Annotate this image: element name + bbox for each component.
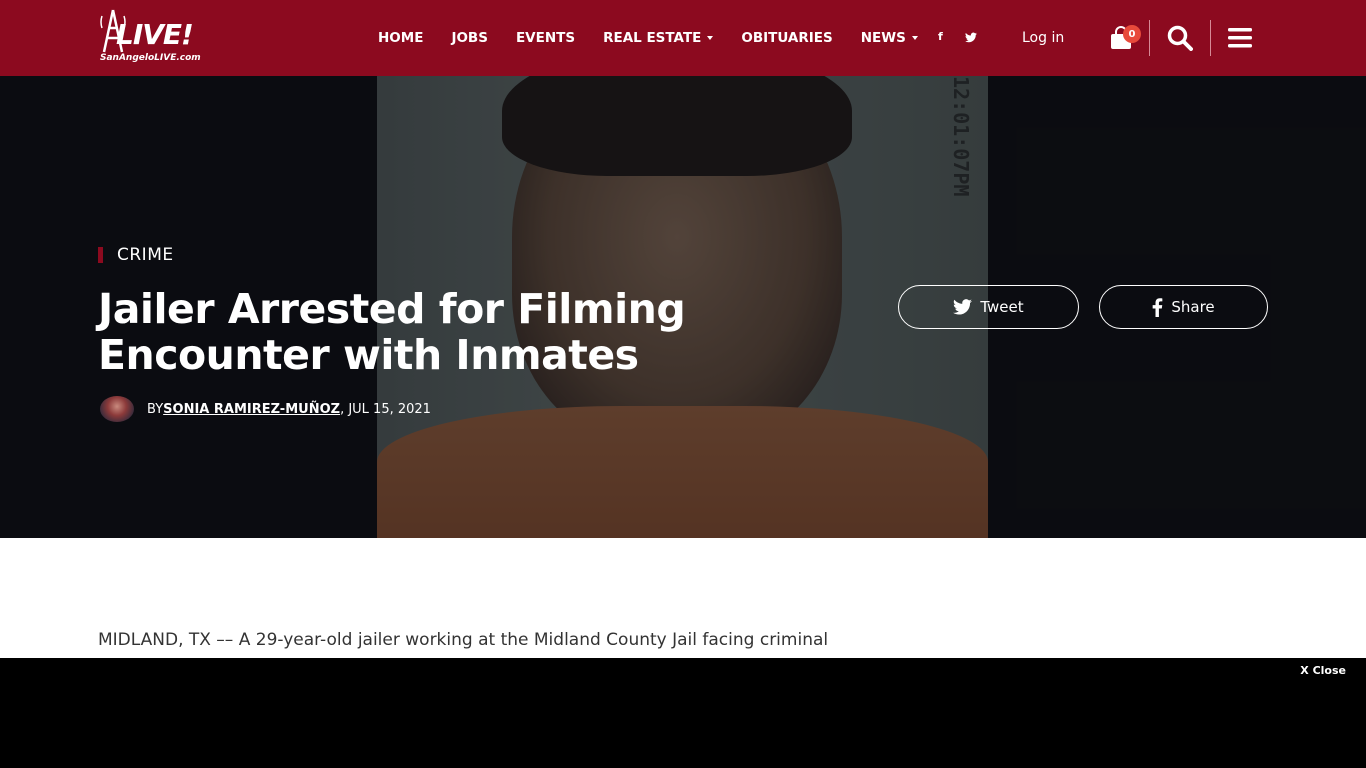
article-title: Jailer Arrested for Filming Encounter wi… [98,285,686,379]
logo-subtext: SanAngeloLIVE.com [100,53,201,63]
nav-events[interactable]: EVENTS [516,30,575,46]
chevron-down-icon [707,36,714,40]
close-ad-button[interactable]: X Close [1300,664,1346,677]
article-hero: 12:01:07PM CRIME Jailer Arrested for Fil… [0,76,1366,538]
article-category[interactable]: CRIME [98,247,174,264]
twitter-icon[interactable] [965,32,977,43]
nav-news[interactable]: NEWS [861,30,918,46]
author-link[interactable]: SONIA RAMIREZ-MUÑOZ [163,402,340,417]
article-date: , JUL 15, 2021 [340,401,431,417]
nav-home[interactable]: HOME [378,30,423,46]
nav-real-estate[interactable]: REAL ESTATE [603,30,714,46]
facebook-icon[interactable]: f [938,30,943,43]
login-link[interactable]: Log in [1022,30,1064,46]
main-nav: HOME JOBS EVENTS REAL ESTATE OBITUARIES … [378,0,946,76]
facebook-share-button[interactable]: Share [1099,285,1268,329]
nav-jobs[interactable]: JOBS [451,30,488,46]
bottom-ad-bar: X Close [0,658,1366,768]
site-header: LIVE! SanAngeloLIVE.com HOME JOBS EVENTS… [0,0,1366,76]
byline-prefix: BY [147,401,164,417]
twitter-icon [953,299,973,315]
search-icon[interactable] [1167,25,1193,51]
share-label: Share [1171,298,1215,316]
header-divider [1149,20,1150,56]
logo-text: LIVE! [116,18,194,51]
chevron-down-icon [911,36,918,40]
site-logo[interactable]: LIVE! SanAngeloLIVE.com [98,8,208,68]
tweet-button[interactable]: Tweet [898,285,1079,329]
hamburger-menu-icon[interactable] [1228,27,1252,49]
article-byline: BY SONIA RAMIREZ-MUÑOZ , JUL 15, 2021 [100,396,431,422]
facebook-icon [1152,297,1163,317]
nav-obituaries[interactable]: OBITUARIES [741,30,832,46]
author-avatar[interactable] [100,396,134,422]
article-lede: MIDLAND, TX –– A 29-year-old jailer work… [98,630,829,650]
cart-count-badge: 0 [1123,25,1141,43]
tweet-label: Tweet [980,298,1024,316]
header-divider [1210,20,1211,56]
